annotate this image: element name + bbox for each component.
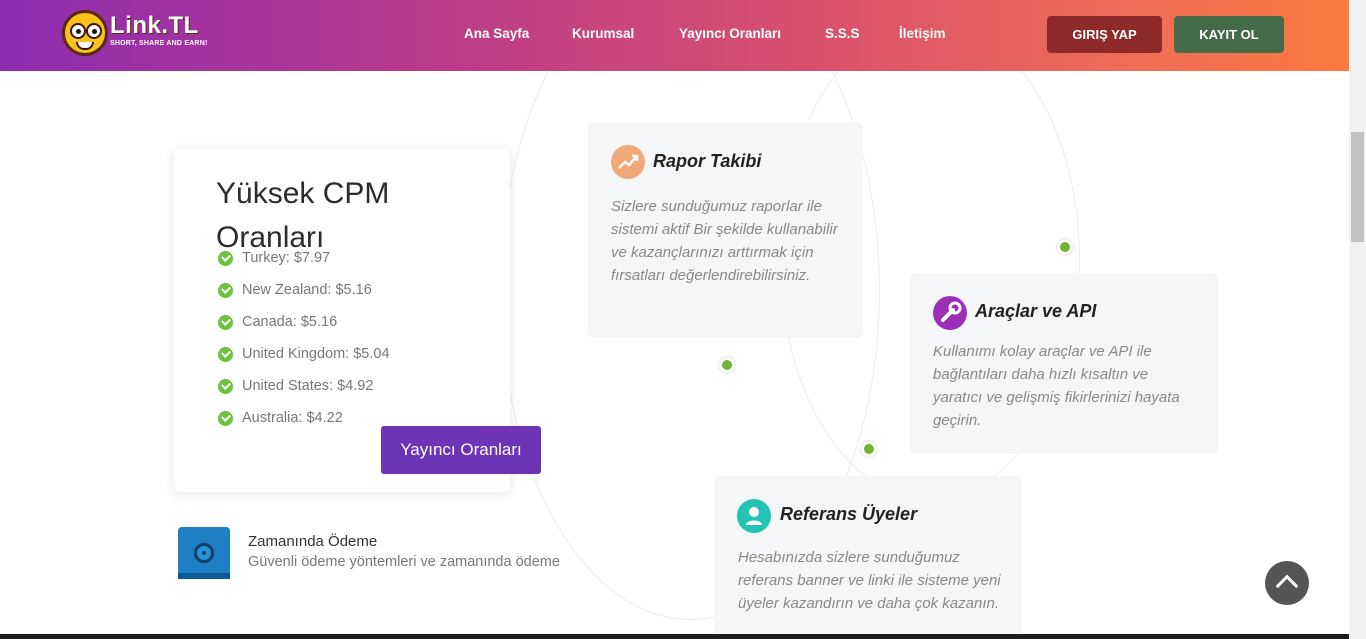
page-bottom-edge <box>0 634 1349 639</box>
brand-name: Link.TL <box>110 12 199 39</box>
nav-link-faq[interactable]: S.S.S <box>825 26 860 41</box>
check-icon <box>218 411 233 426</box>
scrollbar-thumb[interactable] <box>1351 132 1364 242</box>
top-navigation-bar: Link.TL SHORT, SHARE AND EARN! Ana Sayfa… <box>0 0 1349 71</box>
check-icon <box>218 347 233 362</box>
wallet-icon <box>178 527 230 579</box>
rate-text: New Zealand: $5.16 <box>242 282 372 298</box>
feature-description: Kullanımı kolay araçlar ve API ile bağla… <box>933 343 1180 429</box>
check-icon <box>218 251 233 266</box>
check-icon <box>218 315 233 330</box>
rate-text: Turkey: $7.97 <box>242 250 331 266</box>
logo-mascot-icon <box>62 10 108 56</box>
publisher-rates-button[interactable]: Yayıncı Oranları <box>381 426 541 474</box>
cpm-title: Yüksek CPM Oranları <box>216 177 390 254</box>
wrench-icon <box>933 296 967 330</box>
payment-title: Zamanında Ödeme <box>248 533 378 550</box>
rate-text: United States: $4.92 <box>242 378 374 394</box>
payment-description: Güvenli ödeme yöntemleri ve zamanında öd… <box>248 554 560 570</box>
back-to-top-button[interactable] <box>1265 561 1309 605</box>
login-button[interactable]: GIRIŞ YAP <box>1047 16 1162 53</box>
feature-title: Araçlar ve API <box>975 301 1097 321</box>
nav-link-corporate[interactable]: Kurumsal <box>572 26 634 41</box>
check-icon <box>218 283 233 298</box>
feature-title: Referans Üyeler <box>780 504 918 524</box>
feature-description: Sizlere sunduğumuz raporlar ile sistemi … <box>611 198 838 284</box>
chart-trend-icon <box>611 145 645 179</box>
rate-text: Australia: $4.22 <box>242 410 343 426</box>
brand-tagline: SHORT, SHARE AND EARN! <box>110 40 208 47</box>
timeline-dot <box>861 441 877 457</box>
nav-link-publisher-rates[interactable]: Yayıncı Oranları <box>679 26 781 41</box>
feature-description: Hesabınızda sizlere sunduğumuz referans … <box>738 549 1001 612</box>
brand-logo[interactable]: Link.TL SHORT, SHARE AND EARN! <box>62 6 207 58</box>
nav-link-contact[interactable]: İletişim <box>899 26 946 41</box>
user-icon <box>737 499 771 533</box>
feature-title: Rapor Takibi <box>653 151 762 171</box>
scrollbar-track[interactable] <box>1349 0 1366 639</box>
chevron-up-icon <box>1275 574 1299 598</box>
check-icon <box>218 379 233 394</box>
timeline-dot <box>1057 239 1073 255</box>
register-button[interactable]: KAYIT OL <box>1174 16 1284 53</box>
rate-text: Canada: $5.16 <box>242 314 338 330</box>
nav-link-home[interactable]: Ana Sayfa <box>464 26 529 41</box>
timeline-dot <box>719 357 735 373</box>
rate-text: United Kingdom: $5.04 <box>242 346 390 362</box>
